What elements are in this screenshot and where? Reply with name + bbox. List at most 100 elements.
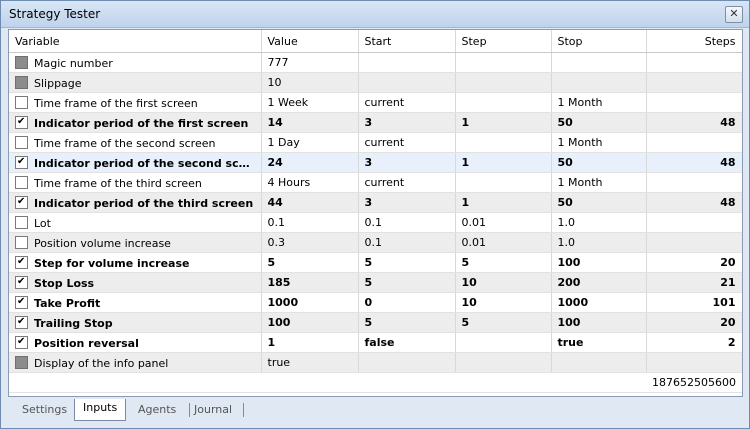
steps-cell[interactable] bbox=[646, 52, 742, 73]
steps-cell[interactable]: 20 bbox=[646, 312, 742, 333]
stop-cell[interactable]: 1.0 bbox=[551, 232, 647, 253]
start-cell[interactable] bbox=[358, 72, 456, 93]
steps-cell[interactable]: 48 bbox=[646, 112, 742, 133]
start-cell[interactable]: 3 bbox=[358, 112, 456, 133]
tab-journal[interactable]: Journal bbox=[186, 401, 240, 419]
step-cell[interactable] bbox=[455, 352, 552, 373]
steps-cell[interactable]: 101 bbox=[646, 292, 742, 313]
steps-cell[interactable] bbox=[646, 352, 742, 373]
column-header-variable[interactable]: Variable bbox=[9, 30, 262, 53]
table-row[interactable]: Magic number 777 bbox=[9, 52, 742, 73]
stop-cell[interactable]: 1 Month bbox=[551, 92, 647, 113]
value-cell[interactable]: 4 Hours bbox=[261, 172, 359, 193]
table-row[interactable]: Time frame of the first screen 1 Week curr… bbox=[9, 92, 742, 113]
optimize-checkbox[interactable] bbox=[15, 75, 28, 89]
stop-cell[interactable]: 50 bbox=[551, 152, 647, 173]
table-row[interactable]: Slippage 10 bbox=[9, 72, 742, 93]
start-cell[interactable]: current bbox=[358, 172, 456, 193]
step-cell[interactable] bbox=[455, 132, 552, 153]
value-cell[interactable]: 185 bbox=[261, 272, 359, 293]
step-cell[interactable]: 0.01 bbox=[455, 232, 552, 253]
table-row[interactable]: Indicator period of the third screen 4431… bbox=[9, 192, 742, 213]
optimize-checkbox[interactable] bbox=[15, 135, 28, 149]
table-row[interactable]: Step for volume increase55510020 bbox=[9, 252, 742, 273]
value-cell[interactable]: 14 bbox=[261, 112, 359, 133]
stop-cell[interactable] bbox=[551, 52, 647, 73]
optimize-checkbox-checked[interactable] bbox=[15, 275, 28, 289]
steps-cell[interactable]: 48 bbox=[646, 192, 742, 213]
value-cell[interactable]: 44 bbox=[261, 192, 359, 213]
optimize-checkbox-checked[interactable] bbox=[15, 315, 28, 329]
step-cell[interactable] bbox=[455, 92, 552, 113]
column-header-stop[interactable]: Stop bbox=[551, 30, 647, 53]
steps-cell[interactable] bbox=[646, 232, 742, 253]
column-header-start[interactable]: Start bbox=[358, 30, 456, 53]
value-cell[interactable]: 0.3 bbox=[261, 232, 359, 253]
steps-cell[interactable]: 21 bbox=[646, 272, 742, 293]
value-cell[interactable]: 0.1 bbox=[261, 212, 359, 233]
table-row[interactable]: Take Profit10000101000101 bbox=[9, 292, 742, 313]
start-cell[interactable] bbox=[358, 352, 456, 373]
start-cell[interactable]: 5 bbox=[358, 312, 456, 333]
step-cell[interactable]: 1 bbox=[455, 192, 552, 213]
step-cell[interactable] bbox=[455, 332, 552, 353]
optimize-checkbox-checked[interactable] bbox=[15, 295, 28, 309]
step-cell[interactable] bbox=[455, 52, 552, 73]
steps-cell[interactable] bbox=[646, 92, 742, 113]
tab-inputs[interactable]: Inputs bbox=[74, 399, 127, 421]
column-header-step[interactable]: Step bbox=[455, 30, 552, 53]
stop-cell[interactable]: 200 bbox=[551, 272, 647, 293]
tab-settings[interactable]: Settings bbox=[14, 401, 75, 419]
table-row[interactable]: Lot 0.1 0.1 0.01 1.0 bbox=[9, 212, 742, 233]
steps-cell[interactable] bbox=[646, 72, 742, 93]
start-cell[interactable] bbox=[358, 52, 456, 73]
value-cell[interactable]: 100 bbox=[261, 312, 359, 333]
stop-cell[interactable]: 1 Month bbox=[551, 132, 647, 153]
table-row[interactable]: Time frame of the second screen 1 Day curr… bbox=[9, 132, 742, 153]
start-cell[interactable]: 0.1 bbox=[358, 212, 456, 233]
table-row[interactable]: Indicator period of the first screen 1431… bbox=[9, 112, 742, 133]
stop-cell[interactable]: 1000 bbox=[551, 292, 647, 313]
optimize-checkbox[interactable] bbox=[15, 215, 28, 229]
tab-agents[interactable]: Agents bbox=[130, 401, 184, 419]
stop-cell[interactable] bbox=[551, 352, 647, 373]
start-cell[interactable]: 0.1 bbox=[358, 232, 456, 253]
step-cell[interactable]: 1 bbox=[455, 152, 552, 173]
step-cell[interactable]: 10 bbox=[455, 272, 552, 293]
stop-cell[interactable]: 100 bbox=[551, 252, 647, 273]
optimize-checkbox[interactable] bbox=[15, 175, 28, 189]
start-cell[interactable]: 5 bbox=[358, 252, 456, 273]
step-cell[interactable]: 5 bbox=[455, 312, 552, 333]
optimize-checkbox-checked[interactable] bbox=[15, 195, 28, 209]
stop-cell[interactable]: 1.0 bbox=[551, 212, 647, 233]
close-button[interactable]: ✕ bbox=[725, 6, 743, 23]
value-cell[interactable]: 1 Week bbox=[261, 92, 359, 113]
stop-cell[interactable]: 50 bbox=[551, 192, 647, 213]
column-header-steps[interactable]: Steps bbox=[646, 30, 742, 53]
optimize-checkbox-checked[interactable] bbox=[15, 115, 28, 129]
step-cell[interactable] bbox=[455, 172, 552, 193]
steps-cell[interactable]: 2 bbox=[646, 332, 742, 353]
steps-cell[interactable]: 20 bbox=[646, 252, 742, 273]
start-cell[interactable]: 5 bbox=[358, 272, 456, 293]
start-cell[interactable]: 0 bbox=[358, 292, 456, 313]
value-cell[interactable]: 24 bbox=[261, 152, 359, 173]
step-cell[interactable]: 10 bbox=[455, 292, 552, 313]
table-row[interactable]: Trailing Stop1005510020 bbox=[9, 312, 742, 333]
steps-cell[interactable] bbox=[646, 132, 742, 153]
table-row[interactable]: Time frame of the third screen 4 Hours cur… bbox=[9, 172, 742, 193]
step-cell[interactable]: 0.01 bbox=[455, 212, 552, 233]
value-cell[interactable]: 777 bbox=[261, 52, 359, 73]
value-cell[interactable]: 5 bbox=[261, 252, 359, 273]
optimize-checkbox-checked[interactable] bbox=[15, 335, 28, 349]
stop-cell[interactable]: 1 Month bbox=[551, 172, 647, 193]
value-cell[interactable]: 10 bbox=[261, 72, 359, 93]
value-cell[interactable]: 1 Day bbox=[261, 132, 359, 153]
optimize-checkbox[interactable] bbox=[15, 55, 28, 69]
stop-cell[interactable]: 100 bbox=[551, 312, 647, 333]
table-row[interactable]: Display of the info panel true bbox=[9, 352, 742, 373]
step-cell[interactable]: 5 bbox=[455, 252, 552, 273]
step-cell[interactable]: 1 bbox=[455, 112, 552, 133]
table-row[interactable]: Stop Loss 18551020021 bbox=[9, 272, 742, 293]
stop-cell[interactable]: 50 bbox=[551, 112, 647, 133]
